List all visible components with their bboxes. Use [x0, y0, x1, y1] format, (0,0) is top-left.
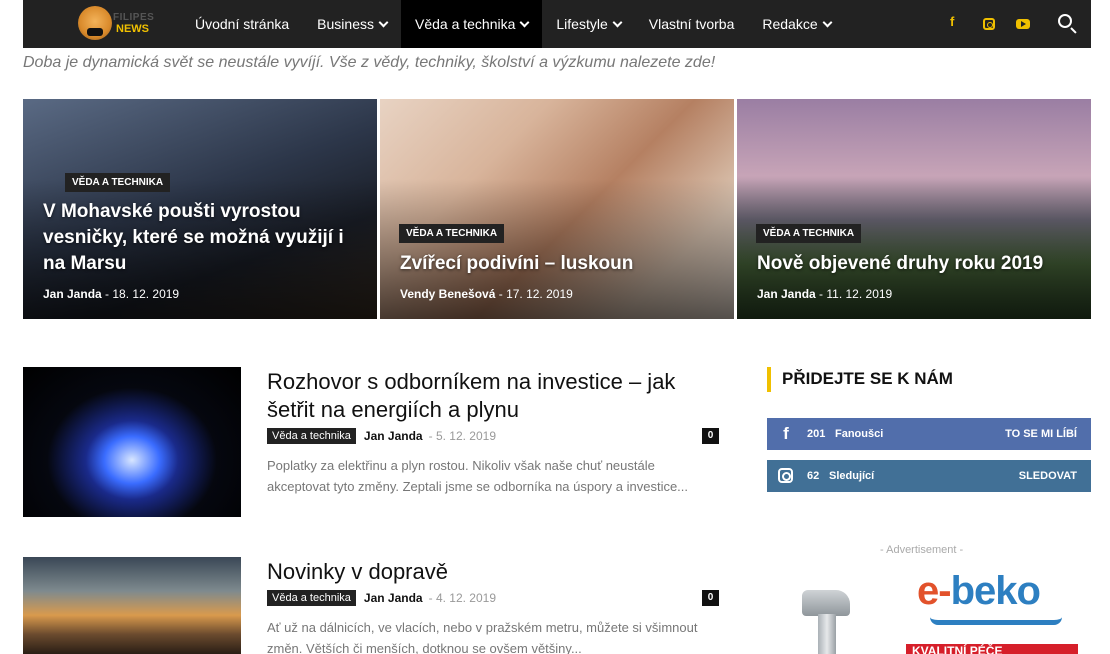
featured-title[interactable]: Nově objevené druhy roku 2019: [757, 251, 1077, 277]
nav-item-business[interactable]: Business: [303, 0, 401, 48]
main-navigation: FILIPES NEWS Úvodní stránka Business Věd…: [23, 0, 1091, 48]
article-thumbnail[interactable]: [23, 557, 241, 654]
like-button[interactable]: TO SE MI LÍBÍ: [1005, 428, 1077, 440]
post-date: - 5. 12. 2019: [428, 429, 496, 443]
page: FILIPES NEWS Úvodní stránka Business Věd…: [0, 0, 1110, 654]
nav-item-label: Vlastní tvorba: [648, 16, 735, 32]
nav-item-own-work[interactable]: Vlastní tvorba: [635, 0, 749, 48]
author-name[interactable]: Jan Janda: [364, 429, 423, 443]
site-logo[interactable]: FILIPES NEWS: [78, 6, 158, 42]
follower-count: 62: [807, 470, 820, 482]
article-excerpt: Poplatky za elektřinu a plyn rostou. Nik…: [267, 458, 689, 494]
facebook-icon[interactable]: f: [950, 14, 954, 29]
chevron-down-icon: [378, 17, 389, 28]
author-name[interactable]: Jan Janda: [43, 287, 102, 301]
post-date: 17. 12. 2019: [506, 287, 573, 301]
category-badge[interactable]: Věda a technika: [267, 428, 356, 444]
article-title[interactable]: Rozhovor s odborníkem na investice – jak…: [267, 368, 707, 424]
post-date: 11. 12. 2019: [826, 287, 893, 301]
author-name[interactable]: Jan Janda: [364, 591, 423, 605]
author-name[interactable]: Vendy Benešová: [400, 287, 495, 301]
instagram-follow-box[interactable]: 62 Sledující SLEDOVAT: [767, 460, 1091, 492]
youtube-icon[interactable]: [1016, 19, 1030, 29]
featured-meta: Jan Janda - 11. 12. 2019: [757, 287, 893, 301]
site-tagline: Doba je dynamická svět se neustále vyvíj…: [23, 54, 716, 71]
logo-swoosh: [930, 617, 1062, 625]
chevron-down-icon: [822, 17, 833, 28]
nav-item-lifestyle[interactable]: Lifestyle: [542, 0, 634, 48]
featured-meta: Jan Janda - 18. 12. 2019: [43, 287, 180, 301]
category-badge[interactable]: VĚDA A TECHNIKA: [756, 224, 862, 243]
advertisement-label: - Advertisement -: [880, 544, 964, 556]
ebeko-logo[interactable]: e-beko: [917, 569, 1041, 614]
facebook-icon: f: [783, 424, 789, 443]
article-excerpt: Ať už na dálnicích, ve vlacích, nebo v p…: [267, 620, 698, 654]
article-title[interactable]: Novinky v dopravě: [267, 558, 707, 586]
follower-count: 201: [807, 428, 826, 440]
comment-count[interactable]: 0: [702, 428, 719, 444]
nav-item-home[interactable]: Úvodní stránka: [181, 0, 303, 48]
featured-meta: Vendy Benešová - 17. 12. 2019: [400, 287, 573, 301]
featured-title[interactable]: V Mohavské poušti vyrostou vesničky, kte…: [43, 199, 363, 277]
comment-count[interactable]: 0: [702, 590, 719, 606]
search-icon[interactable]: [1058, 14, 1072, 28]
nav-item-label: Věda a technika: [414, 16, 516, 32]
pomeranian-logo-icon: [78, 6, 112, 40]
article-thumbnail[interactable]: [23, 367, 241, 517]
featured-article-1[interactable]: VĚDA A TECHNIKA V Mohavské poušti vyrost…: [23, 99, 377, 319]
chevron-down-icon: [519, 17, 530, 28]
follower-label: Sledující: [829, 470, 875, 482]
author-name[interactable]: Jan Janda: [757, 287, 816, 301]
featured-article-3[interactable]: VĚDA A TECHNIKA Nově objevené druhy roku…: [737, 99, 1091, 319]
nav-item-label: Úvodní stránka: [195, 16, 290, 32]
article-meta: Věda a technika Jan Janda - 5. 12. 2019: [267, 428, 496, 444]
post-date: 18. 12. 2019: [112, 287, 180, 301]
follow-button[interactable]: SLEDOVAT: [1019, 470, 1077, 482]
category-badge[interactable]: VĚDA A TECHNIKA: [399, 224, 505, 243]
nav-item-label: Redakce: [762, 16, 818, 32]
chevron-down-icon: [612, 17, 623, 28]
sidebar-heading: PŘIDEJTE SE K NÁM: [782, 369, 953, 388]
category-badge[interactable]: VĚDA A TECHNIKA: [65, 173, 171, 192]
featured-article-2[interactable]: VĚDA A TECHNIKA Zvířecí podivíni – lusko…: [380, 99, 734, 319]
nav-item-label: Lifestyle: [556, 16, 608, 32]
logo-text-bottom: NEWS: [116, 23, 149, 35]
instagram-icon[interactable]: [983, 18, 995, 30]
logo-word: beko: [950, 569, 1041, 613]
post-date: - 4. 12. 2019: [428, 591, 496, 605]
nav-item-label: Business: [317, 16, 374, 32]
ad-banner[interactable]: KVALITNÍ PÉČE: [906, 644, 1078, 654]
spray-bottle-image[interactable]: [792, 590, 864, 654]
nav-item-editorial[interactable]: Redakce: [748, 0, 844, 48]
category-badge[interactable]: Věda a technika: [267, 590, 356, 606]
article-meta: Věda a technika Jan Janda - 4. 12. 2019: [267, 590, 496, 606]
section-accent-bar: [767, 367, 771, 392]
instagram-icon: [778, 468, 793, 483]
nav-item-science-tech[interactable]: Věda a technika: [400, 0, 543, 48]
logo-prefix: e-: [917, 569, 952, 613]
featured-title[interactable]: Zvířecí podivíni – luskoun: [400, 251, 720, 277]
follower-label: Fanoušci: [835, 428, 884, 440]
facebook-follow-box[interactable]: f 201 Fanoušci TO SE MI LÍBÍ: [767, 418, 1091, 450]
nav-menu: Úvodní stránka Business Věda a technika …: [181, 0, 845, 48]
logo-text-top: FILIPES: [113, 12, 155, 23]
